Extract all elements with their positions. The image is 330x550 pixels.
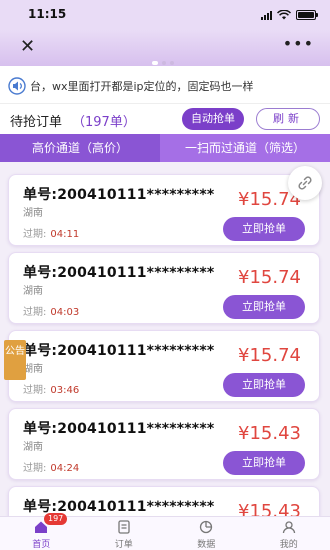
grab-order-button[interactable]: 立即抢单 bbox=[223, 217, 305, 241]
order-region: 湖南 bbox=[23, 364, 43, 375]
nav-item-data[interactable]: 数据 bbox=[165, 517, 248, 550]
link-icon bbox=[298, 176, 312, 190]
order-expiry: 过期: 04:24 bbox=[23, 459, 79, 474]
grab-order-button[interactable]: 立即抢单 bbox=[223, 295, 305, 319]
speaker-icon bbox=[8, 77, 26, 95]
status-icons bbox=[261, 10, 318, 20]
status-bar: 11:15 bbox=[0, 0, 330, 30]
order-price: ¥15.43 bbox=[238, 423, 301, 444]
order-price: ¥15.74 bbox=[238, 345, 301, 366]
notice-bar: 台，wx里面打开都是ip定位的，固定码也一样 bbox=[0, 66, 330, 104]
expiry-time: 04:24 bbox=[50, 463, 80, 474]
tab-high-price[interactable]: 高价通道（高价） bbox=[0, 134, 160, 162]
order-region: 湖南 bbox=[23, 442, 43, 453]
order-number: 单号:200410111********* bbox=[23, 343, 215, 359]
expiry-label: 过期: bbox=[23, 229, 47, 240]
expiry-label: 过期: bbox=[23, 385, 47, 396]
refresh-button[interactable]: 刷新 bbox=[256, 108, 320, 130]
header: ✕ ••• bbox=[0, 30, 330, 66]
order-region: 湖南 bbox=[23, 208, 43, 219]
order-price: ¥15.74 bbox=[238, 267, 301, 288]
order-icon bbox=[117, 520, 130, 534]
order-expiry: 过期: 04:03 bbox=[23, 303, 79, 318]
nav-item-home[interactable]: 197 首页 bbox=[0, 513, 83, 550]
expiry-time: 04:03 bbox=[50, 307, 80, 318]
auto-grab-button[interactable]: 自动抢单 bbox=[182, 108, 244, 130]
order-card: 单号:200410111********* 湖南 过期: 04:11 ¥15.74… bbox=[8, 174, 320, 246]
signal-icon bbox=[261, 10, 272, 20]
wifi-icon bbox=[277, 10, 291, 20]
close-button[interactable]: ✕ bbox=[20, 37, 35, 57]
expiry-time: 04:11 bbox=[50, 229, 80, 240]
link-float-button[interactable] bbox=[288, 166, 322, 200]
nav-label: 订单 bbox=[114, 540, 133, 550]
status-time: 11:15 bbox=[28, 7, 67, 21]
order-card: 单号:200410111********* 湖南 过期: 04:24 ¥15.43… bbox=[8, 408, 320, 480]
order-number: 单号:200410111********* bbox=[23, 187, 215, 203]
expiry-time: 03:46 bbox=[50, 385, 80, 396]
nav-label: 首页 bbox=[32, 540, 51, 550]
channel-tabs: 高价通道（高价） 一扫而过通道（筛选） bbox=[0, 134, 330, 162]
chart-icon bbox=[199, 520, 213, 534]
order-expiry: 过期: 04:11 bbox=[23, 225, 79, 240]
grab-order-button[interactable]: 立即抢单 bbox=[223, 451, 305, 475]
tab-quick-scan[interactable]: 一扫而过通道（筛选） bbox=[160, 134, 330, 162]
battery-icon bbox=[296, 10, 318, 20]
banner-dots bbox=[152, 61, 174, 65]
expiry-label: 过期: bbox=[23, 307, 47, 318]
order-card: 单号:200410111********* 湖南 过期: 04:03 ¥15.74… bbox=[8, 252, 320, 324]
grab-order-button[interactable]: 立即抢单 bbox=[223, 373, 305, 397]
order-toolbar: 待抢订单 （197单） 自动抢单 刷新 bbox=[0, 104, 330, 134]
order-number: 单号:200410111********* bbox=[23, 265, 215, 281]
nav-item-mine[interactable]: 我的 bbox=[248, 517, 330, 550]
user-icon bbox=[282, 521, 295, 534]
order-expiry: 过期: 03:46 bbox=[23, 381, 79, 396]
order-card: 单号:200410111********* 湖南 过期: 03:46 ¥15.74… bbox=[8, 330, 320, 402]
pending-orders-title: 待抢订单 bbox=[10, 115, 63, 130]
pending-orders-count: （197单） bbox=[72, 115, 136, 130]
expiry-label: 过期: bbox=[23, 463, 47, 474]
order-count-badge: 197 bbox=[44, 513, 68, 525]
more-button[interactable]: ••• bbox=[283, 34, 314, 53]
notice-text: 台，wx里面打开都是ip定位的，固定码也一样 bbox=[30, 80, 254, 93]
nav-item-orders[interactable]: 订单 bbox=[83, 517, 166, 550]
bottom-nav: 197 首页 订单 数据 我的 bbox=[0, 513, 330, 550]
nav-label: 数据 bbox=[197, 540, 216, 550]
nav-label: 我的 bbox=[279, 540, 298, 550]
order-region: 湖南 bbox=[23, 286, 43, 297]
announcement-tab[interactable]: 公告 bbox=[4, 340, 26, 380]
order-number: 单号:200410111********* bbox=[23, 421, 215, 437]
